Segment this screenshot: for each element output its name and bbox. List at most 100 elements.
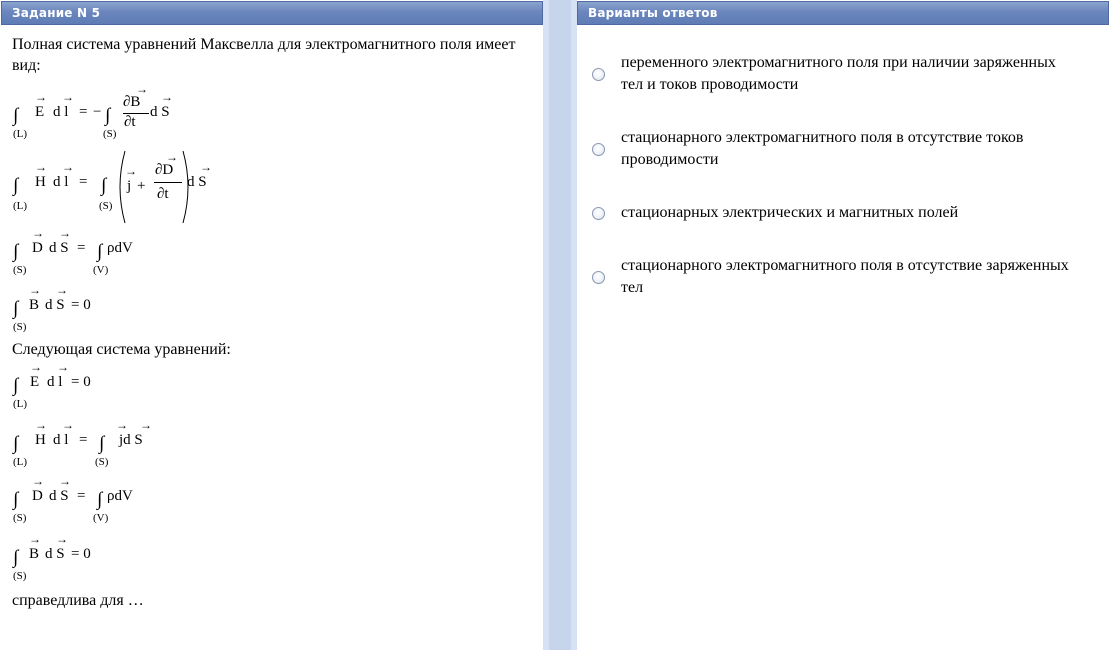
answers-header: Варианты ответов: [577, 1, 1109, 25]
radio-button[interactable]: [592, 68, 605, 81]
integral-sign: ∫: [13, 175, 19, 196]
question-middle: Следующая система уравнений:: [12, 341, 231, 358]
arrow-l: →: [62, 160, 74, 174]
arrow-S: →: [200, 160, 212, 174]
subscript-S: (S): [13, 264, 27, 276]
answers-panel: переменного электромагнитного поля при н…: [577, 26, 1109, 650]
equals-sign: =: [77, 488, 86, 504]
subscript-S: (S): [13, 321, 27, 333]
answers-title: Варианты ответов: [588, 6, 718, 20]
integral-sign: ∫: [101, 175, 107, 196]
equals-sign: =: [79, 104, 88, 120]
answer-text: переменного электромагнитного поля при н…: [621, 54, 1056, 93]
formula-4: → → ∫ B d S = 0 (S): [13, 283, 153, 337]
radio-button[interactable]: [592, 271, 605, 284]
fraction-denominator: ∂t: [157, 186, 169, 202]
arrow-l: →: [62, 418, 74, 432]
arrow-S: →: [56, 532, 68, 546]
integral-sign: ∫: [13, 375, 19, 396]
arrow-H: →: [35, 160, 47, 174]
arrow-S: →: [56, 283, 68, 297]
symbol-rho-dV: ρdV: [107, 488, 133, 504]
integral-sign: ∫: [13, 298, 19, 319]
integral-sign: ∫: [13, 489, 19, 510]
symbol-j: j: [127, 178, 132, 194]
arrow-D: →: [32, 474, 44, 488]
arrow-E: →: [35, 90, 47, 104]
symbol-H: H: [35, 432, 46, 448]
symbol-E: E: [30, 374, 40, 390]
integral-sign: ∫: [99, 433, 105, 454]
integral-sign: ∫: [97, 241, 103, 262]
arrow-B: →: [29, 283, 41, 297]
subscript-S: (S): [95, 456, 109, 468]
arrow-l: →: [57, 360, 69, 374]
arrow-S: →: [59, 474, 71, 488]
arrow-S: →: [59, 226, 71, 240]
answer-text: стационарных электрических и магнитных п…: [621, 204, 959, 221]
formula-3: → → ∫ D d S = ∫ ρdV (S) (V): [13, 226, 213, 280]
equals-zero: = 0: [71, 297, 91, 313]
symbol-rho-dV: ρdV: [107, 240, 133, 256]
formula-8: → → ∫ B d S = 0 (S): [13, 532, 153, 588]
symbol-dS: d S: [150, 104, 170, 120]
fraction-numerator: ∂D: [155, 162, 174, 178]
panel-divider-inner: [549, 0, 571, 650]
subscript-L: (L): [13, 128, 28, 140]
integral-sign: ∫: [105, 105, 111, 126]
arrow-j: →: [116, 418, 128, 432]
formula-1: → → ∫ E d l = − ∫ → ∂B ∂t → d S (L) (S): [13, 82, 233, 146]
equals-zero: = 0: [71, 546, 91, 562]
symbol-jdS: jd S: [119, 432, 143, 448]
symbol-E: E: [35, 104, 45, 120]
symbol-D: D: [32, 240, 43, 256]
symbol-dS: d S: [49, 240, 69, 256]
symbol-dl: d l: [53, 104, 69, 120]
symbol-B: B: [29, 297, 40, 313]
symbol-H: H: [35, 174, 46, 190]
formula-6: → → ∫ H d l = ∫ → → jd S (L) (S): [13, 418, 213, 474]
task-title: Задание N 5: [12, 6, 101, 20]
arrow-l: →: [62, 90, 74, 104]
subscript-L: (L): [13, 398, 28, 410]
question-panel: Полная система уравнений Максвелла для э…: [1, 26, 543, 650]
equals-sign: =: [79, 174, 88, 190]
answer-option-4[interactable]: стационарного электромагнитного поля в о…: [577, 255, 1097, 305]
fraction-bar: [154, 182, 182, 183]
subscript-L: (L): [13, 456, 28, 468]
arrow-S: →: [140, 418, 152, 432]
formula-7: → → ∫ D d S = ∫ ρdV (S) (V): [13, 474, 213, 530]
subscript-S: (S): [103, 128, 117, 140]
symbol-dl: d l: [53, 432, 69, 448]
equals-sign: =: [77, 240, 86, 256]
task-header: Задание N 5: [1, 1, 543, 25]
radio-button[interactable]: [592, 143, 605, 156]
formula-2: → → ∫ H d l = ∫ → j + → ∂D ∂t → d S (L) …: [13, 148, 233, 226]
symbol-B: B: [29, 546, 40, 562]
integral-sign: ∫: [13, 241, 19, 262]
subscript-L: (L): [13, 200, 28, 212]
task-page: Задание N 5 Варианты ответов Полная сист…: [0, 0, 1109, 650]
arrow-B: →: [29, 532, 41, 546]
fraction-numerator: ∂B: [123, 94, 141, 110]
question-intro: Полная система уравнений Максвелла для э…: [12, 36, 516, 74]
integral-sign: ∫: [13, 547, 19, 568]
symbol-dS: d S: [187, 174, 207, 190]
subscript-S: (S): [13, 570, 27, 582]
subscript-S: (S): [99, 200, 113, 212]
answer-text: стационарного электромагнитного поля в о…: [621, 129, 1024, 168]
symbol-dS: d S: [45, 297, 65, 313]
integral-sign: ∫: [13, 433, 19, 454]
answer-option-3[interactable]: стационарных электрических и магнитных п…: [577, 202, 1097, 232]
panel-divider: [543, 0, 577, 650]
answer-option-2[interactable]: стационарного электромагнитного поля в о…: [577, 127, 1097, 177]
question-end: справедлива для …: [12, 592, 144, 609]
symbol-D: D: [32, 488, 43, 504]
equals-zero: = 0: [71, 374, 91, 390]
subscript-V: (V): [93, 512, 109, 524]
answer-text: стационарного электромагнитного поля в о…: [621, 257, 1069, 296]
arrow-E: →: [30, 360, 42, 374]
radio-button[interactable]: [592, 207, 605, 220]
answer-option-1[interactable]: переменного электромагнитного поля при н…: [577, 52, 1097, 102]
arrow-H: →: [35, 418, 47, 432]
